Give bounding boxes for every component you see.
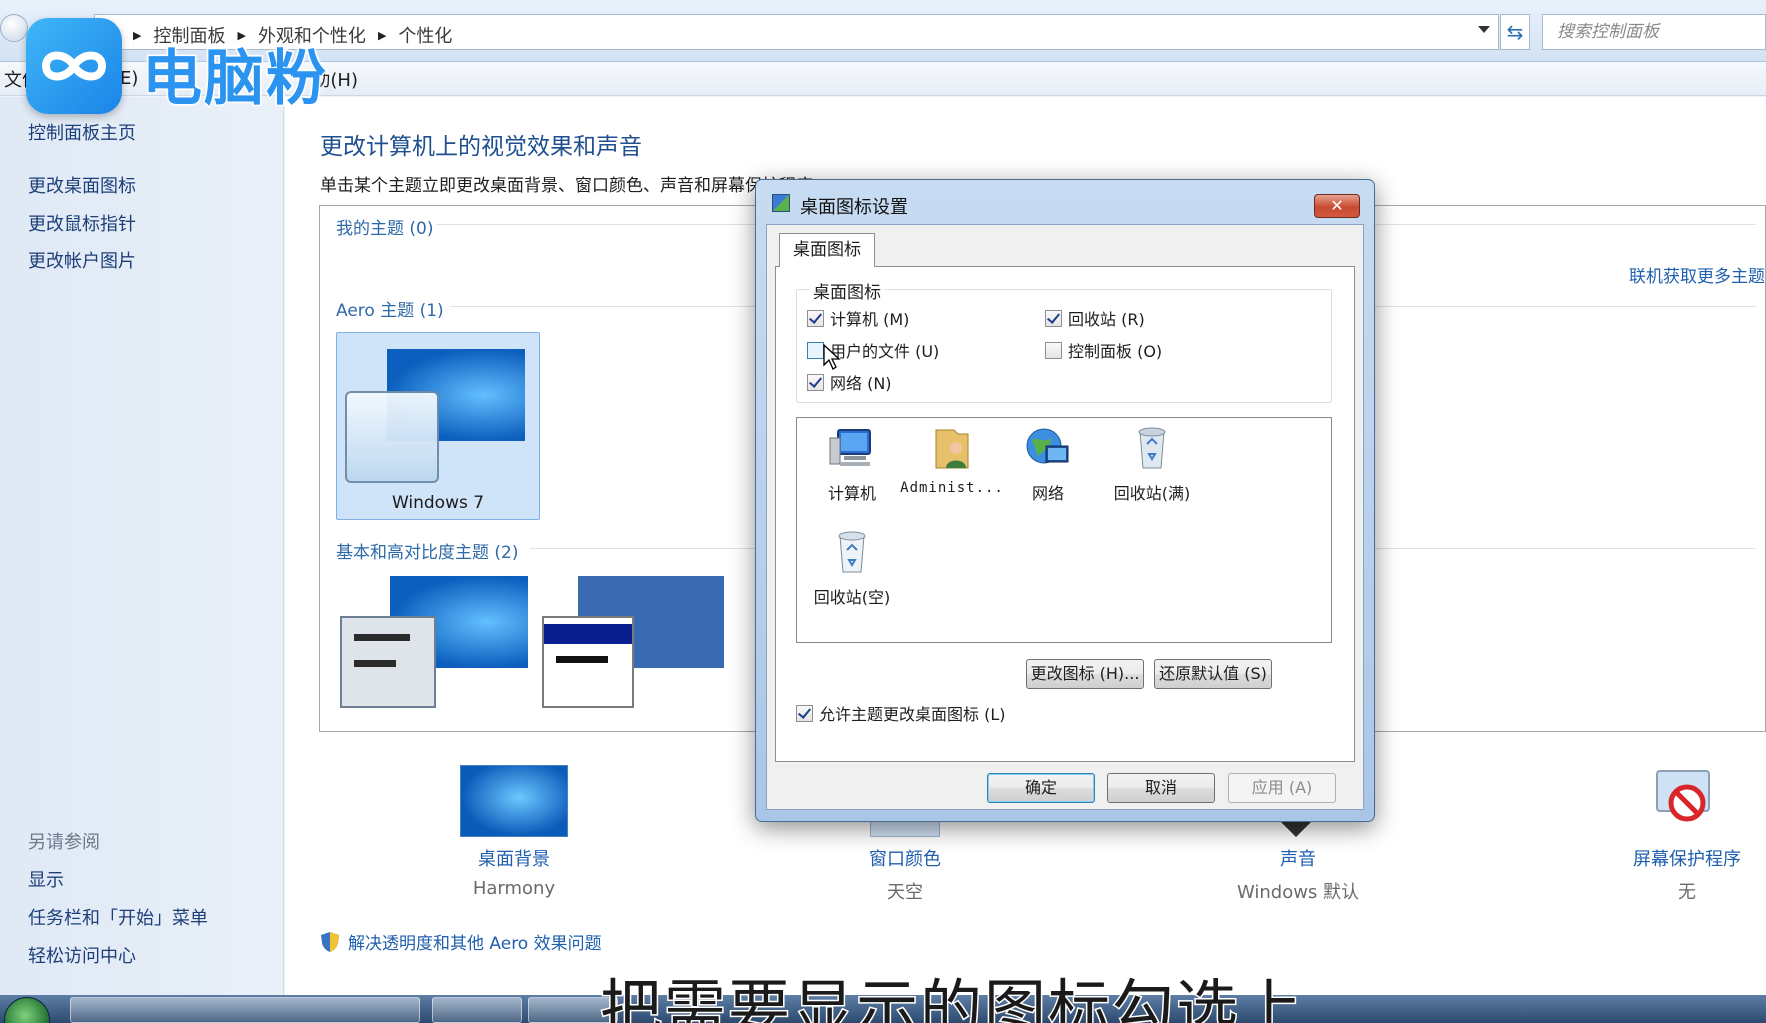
dialog-app-icon: [772, 194, 790, 212]
checkbox-icon[interactable]: [796, 704, 813, 722]
page-description: 单击某个主题立即更改桌面背景、窗口颜色、声音和屏幕保护程序: [320, 176, 813, 196]
chevron-right-icon: ▶: [133, 28, 142, 42]
taskbar-app-button[interactable]: [70, 997, 420, 1023]
dialog-title: 桌面图标设置: [800, 197, 908, 218]
mouse-cursor-icon: [823, 344, 841, 370]
icon-item-recycle-bin-full[interactable]: 回收站(满): [1097, 426, 1207, 504]
icon-label: 回收站(空): [813, 588, 891, 607]
checkbox-icon[interactable]: [807, 309, 824, 327]
computer-icon: [829, 429, 871, 466]
checkbox-recycle-bin[interactable]: 回收站 (R): [1045, 306, 1145, 330]
checkbox-icon[interactable]: [807, 341, 824, 359]
search-box[interactable]: [1542, 14, 1766, 50]
control-panel-home-link[interactable]: 控制面板主页: [28, 119, 136, 145]
checkbox-label: 计算机 (M): [830, 310, 910, 329]
window-preview: [340, 616, 436, 708]
search-input[interactable]: [1543, 15, 1765, 49]
desktop-background-value: Harmony: [472, 878, 556, 899]
icon-item-recycle-bin-empty[interactable]: 回收站(空): [797, 530, 907, 608]
window-color-value: 天空: [887, 882, 923, 903]
start-button[interactable]: [4, 997, 50, 1023]
sound-value: Windows 默认: [1236, 882, 1360, 903]
window-color-title[interactable]: 窗口颜色: [775, 845, 1035, 871]
ok-button[interactable]: 确定: [987, 773, 1095, 803]
sound-title[interactable]: 声音: [1168, 845, 1428, 871]
infinity-logo-icon: [41, 51, 107, 81]
icon-label: 计算机: [827, 484, 876, 503]
refresh-icon: ⇆: [1506, 20, 1524, 44]
icon-label: Administ...: [900, 480, 1004, 496]
get-more-themes-link[interactable]: 联机获取更多主题: [1629, 262, 1765, 287]
display-link[interactable]: 显示: [28, 866, 64, 892]
screensaver-value: 无: [1678, 882, 1696, 903]
desktop-background-title[interactable]: 桌面背景: [384, 845, 644, 871]
recycle-bin-full-icon: [1138, 427, 1166, 469]
watermark-logo: [26, 18, 122, 114]
left-pane: 控制面板主页 更改桌面图标 更改鼠标指针 更改帐户图片 另请参阅 显示 任务栏和…: [0, 97, 284, 995]
breadcrumb-item-personalization[interactable]: 个性化: [398, 22, 452, 48]
troubleshoot-aero-text[interactable]: 解决透明度和其他 Aero 效果问题: [348, 929, 602, 954]
icon-list[interactable]: 计算机 Administ... 网络 回收站(满) 回收站(空): [796, 417, 1332, 643]
recycle-bin-empty-icon: [838, 531, 866, 573]
icon-label: 回收站(满): [1113, 484, 1191, 503]
close-button[interactable]: ✕: [1314, 194, 1360, 218]
icon-item-computer[interactable]: 计算机: [797, 426, 907, 504]
troubleshoot-aero-link[interactable]: 解决透明度和其他 Aero 效果问题: [320, 929, 602, 954]
taskbar-start-menu-link[interactable]: 任务栏和「开始」菜单: [28, 904, 208, 930]
checkbox-label: 回收站 (R): [1068, 310, 1145, 329]
checkbox-icon[interactable]: [1045, 309, 1062, 327]
my-themes-label: 我的主题 (0): [336, 219, 434, 239]
change-icon-button[interactable]: 更改图标 (H)...: [1026, 659, 1144, 689]
checkbox-label: 用户的文件 (U): [830, 342, 940, 361]
screensaver-title[interactable]: 屏幕保护程序: [1557, 845, 1766, 871]
theme-name: Windows 7: [391, 493, 485, 513]
dialog-body: 桌面图标 桌面图标 计算机 (M) 回收站 (R) 用户的文件 (U) 控制面板…: [766, 224, 1364, 810]
change-account-picture-link[interactable]: 更改帐户图片: [28, 247, 136, 273]
desktop-icons-group: 桌面图标 计算机 (M) 回收站 (R) 用户的文件 (U) 控制面板 (O): [796, 278, 1332, 403]
checkbox-label: 网络 (N): [830, 374, 892, 393]
change-mouse-pointer-link[interactable]: 更改鼠标指针: [28, 210, 136, 236]
desktop-background-icon[interactable]: [460, 765, 568, 837]
page-title: 更改计算机上的视觉效果和声音: [320, 134, 642, 160]
icon-item-user-files[interactable]: Administ...: [897, 426, 1007, 496]
group-label: 桌面图标: [809, 278, 885, 303]
checkbox-label: 控制面板 (O): [1068, 342, 1163, 361]
tab-page: 桌面图标 计算机 (M) 回收站 (R) 用户的文件 (U) 控制面板 (O): [775, 266, 1355, 762]
checkbox-control-panel[interactable]: 控制面板 (O): [1045, 338, 1162, 362]
checkbox-network[interactable]: 网络 (N): [807, 370, 892, 394]
basic-themes-label: 基本和高对比度主题 (2): [336, 543, 519, 563]
shield-icon: [321, 931, 339, 952]
checkbox-icon[interactable]: [807, 373, 824, 391]
window-preview: [345, 391, 439, 483]
cancel-button[interactable]: 取消: [1107, 773, 1215, 803]
icon-label: 网络: [1031, 484, 1064, 503]
apply-button[interactable]: 应用 (A): [1228, 773, 1336, 803]
screensaver-icon[interactable]: [1653, 765, 1717, 831]
see-also-header: 另请参阅: [28, 832, 100, 853]
checkbox-allow-themes[interactable]: 允许主题更改桌面图标 (L): [796, 701, 1006, 725]
chevron-right-icon: ▶: [377, 28, 387, 42]
desktop-icon-settings-dialog: 桌面图标设置 ✕ 桌面图标 桌面图标 计算机 (M) 回收站 (R) 用户的文件…: [755, 179, 1375, 822]
aero-themes-label: Aero 主题 (1): [336, 301, 444, 321]
change-desktop-icons-link[interactable]: 更改桌面图标: [28, 172, 136, 198]
checkbox-label: 允许主题更改桌面图标 (L): [819, 705, 1006, 724]
taskbar-app-button[interactable]: [432, 997, 522, 1023]
user-folder-icon: [935, 429, 969, 469]
refresh-button[interactable]: ⇆: [1500, 14, 1530, 50]
window-preview: [542, 616, 634, 708]
watermark-text: 电脑粉: [141, 43, 328, 116]
network-icon: [1026, 428, 1069, 464]
tab-desktop-icons[interactable]: 桌面图标: [779, 233, 875, 267]
back-button[interactable]: [0, 14, 28, 42]
restore-default-button[interactable]: 还原默认值 (S): [1154, 659, 1272, 689]
chevron-down-icon[interactable]: [1478, 26, 1490, 33]
ease-of-access-link[interactable]: 轻松访问中心: [28, 942, 136, 968]
video-caption: 把需要显示的图标勾选上: [598, 971, 1305, 1023]
checkbox-icon[interactable]: [1045, 341, 1062, 359]
checkbox-computer[interactable]: 计算机 (M): [807, 306, 909, 330]
theme-windows7[interactable]: Windows 7: [336, 332, 540, 520]
icon-item-network[interactable]: 网络: [993, 426, 1103, 504]
